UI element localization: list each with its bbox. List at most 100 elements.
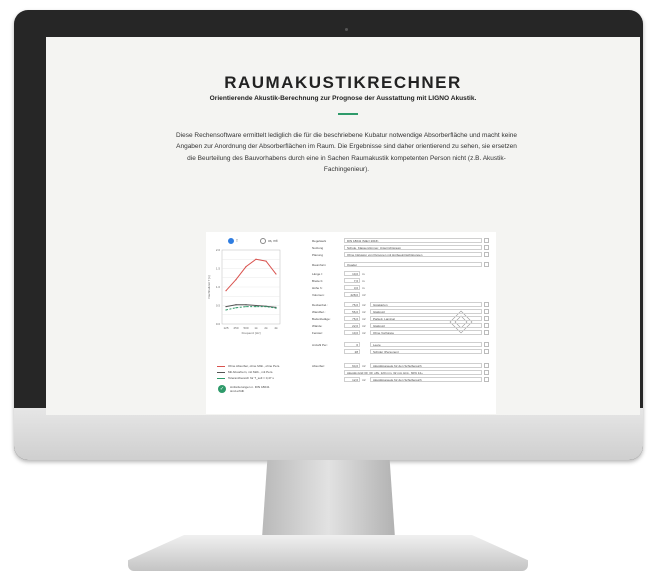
chevron-down-icon[interactable] (484, 252, 489, 257)
data-point (275, 307, 277, 309)
form-row: Wandbel.: 56,0 m² Glattputz (312, 309, 492, 315)
select-dropdown[interactable]: Schüler (Personen) (370, 349, 482, 354)
legend-item: Ohne Absorber, ohne Möb., ohne Pers. (217, 364, 280, 368)
camera-icon (345, 28, 348, 31)
form-row: Fenster: 10,0 m² Ohne Vorhänge (312, 330, 492, 336)
number-input[interactable]: 7,6 (344, 278, 360, 283)
select-dropdown[interactable]: Leere (370, 342, 482, 347)
form-row: Volumen: 228,0 m³ (312, 292, 492, 298)
number-input[interactable]: 10,0 (344, 271, 360, 276)
field-label: Absorber: (312, 364, 326, 368)
unit-label: m² (362, 310, 366, 314)
unit-label: m (362, 272, 365, 276)
chevron-down-icon[interactable] (484, 349, 489, 354)
number-input[interactable]: 12,0 (344, 377, 360, 382)
y-axis-label: Nachhallzeit T [s] (207, 275, 211, 298)
number-input[interactable]: 56,0 (344, 309, 360, 314)
y-tick-label: 1.0 (216, 285, 221, 289)
field-label: Bodenbeläge: (312, 317, 331, 321)
chevron-down-icon[interactable] (484, 323, 489, 328)
data-point (265, 306, 267, 308)
y-tick-label: 0.0 (216, 322, 221, 326)
number-input[interactable]: 10,0 (344, 330, 360, 335)
x-tick-label: 4k (274, 326, 278, 330)
select-dropdown[interactable]: Ohne Inklusion von Personen mit Hörbeein… (344, 252, 482, 257)
select-dropdown[interactable]: Glattputz (370, 323, 482, 328)
chevron-down-icon[interactable] (484, 238, 489, 243)
form-row: Planung Ohne Inklusion von Personen mit H… (312, 252, 492, 258)
select-dropdown[interactable]: Parkett, Laminat (370, 316, 482, 321)
chevron-down-icon[interactable] (484, 245, 489, 250)
unit-label: m (362, 286, 365, 290)
unit-label: m² (362, 324, 366, 328)
x-axis-label: Frequenz [Hz] (242, 331, 261, 335)
field-label: Fenster: (312, 331, 324, 335)
data-point (225, 290, 227, 292)
number-input[interactable]: 28 (344, 349, 360, 354)
data-point (235, 279, 237, 281)
chevron-down-icon[interactable] (484, 316, 489, 321)
chevron-down-icon[interactable] (484, 330, 489, 335)
unit-label: m² (362, 378, 366, 382)
field-label: Länge l: (312, 272, 323, 276)
number-input[interactable]: 3,0 (344, 285, 360, 290)
number-input[interactable]: 76,0 (344, 302, 360, 307)
x-tick-label: 1k (254, 326, 258, 330)
status-text: Anforderungen n. DIN 18041 sind erfüllt (230, 385, 270, 394)
form-row: Absorber: 64,0 m² Akustikpaneele für den Sc… (312, 363, 492, 369)
number-input[interactable]: 64,0 (344, 363, 360, 368)
legend-item: Mit Absorbern, mit Möb., mit Pers. (217, 370, 273, 374)
screen: RAUMAKUSTIKRECHNER Orientierende Akustik… (46, 37, 640, 415)
chevron-down-icon[interactable] (484, 262, 489, 267)
field-label: Breite b: (312, 279, 324, 283)
intro-text: Diese Rechensoftware ermittelt lediglich… (175, 132, 518, 174)
unit-label: m (362, 279, 365, 283)
chevron-down-icon[interactable] (484, 302, 489, 307)
chevron-down-icon[interactable] (484, 377, 489, 382)
form-row: Akustik-Grid 30_30_offs, 120 mm, 32 mm H… (312, 370, 492, 376)
form-row: 12,0 m² Akustikpaneele für den Schulbereic… (312, 377, 492, 383)
data-point (245, 304, 247, 306)
unit-label: m² (362, 303, 366, 307)
form-row: Deckenbel.: 76,0 m² Gipskarton (312, 302, 492, 308)
select-dropdown[interactable]: Quader (344, 262, 482, 267)
y-tick-label: 2.0 (216, 248, 221, 252)
chevron-down-icon[interactable] (484, 309, 489, 314)
series-line (225, 306, 277, 311)
select-dropdown[interactable]: Akustik-Grid 30_30_offs, 120 mm, 32 mm H… (344, 370, 482, 375)
number-input[interactable]: 0 (344, 342, 360, 347)
data-point (245, 266, 247, 268)
select-dropdown[interactable]: Akustikpaneele für den Schulbereich (370, 377, 482, 382)
number-input[interactable]: 76,0 (344, 316, 360, 321)
select-dropdown[interactable]: DIN 18041 (März 2016) (344, 238, 482, 243)
form-row: Anzahl Per.: 0 Leere (312, 342, 492, 348)
form-row: Bodenbeläge: 76,0 m² Parkett, Laminat (312, 316, 492, 322)
form-row: 28 Schüler (Personen) (312, 349, 492, 355)
select-dropdown[interactable]: Glattputz (370, 309, 482, 314)
form-row: Nutzung Schule, Klassenzimmer, Unterricht… (312, 245, 492, 251)
y-tick-label: 1.5 (216, 267, 221, 271)
select-dropdown[interactable]: Ohne Vorhänge (370, 330, 482, 335)
form-row: Länge l: 10,0 m (312, 271, 492, 277)
select-dropdown[interactable]: Gipskarton (370, 302, 482, 307)
legend-red-swatch (217, 365, 225, 367)
chevron-down-icon[interactable] (484, 363, 489, 368)
chevron-down-icon[interactable] (484, 342, 489, 347)
unit-label: m² (362, 317, 366, 321)
x-tick-label: 125 (223, 326, 228, 330)
check-icon: ✓ (218, 385, 226, 393)
data-point (275, 273, 277, 275)
unit-label: m² (362, 364, 366, 368)
number-input[interactable]: 228,0 (344, 292, 360, 297)
series-line (225, 258, 277, 292)
field-label: Wandbel.: (312, 310, 326, 314)
select-dropdown[interactable]: Schule, Klassenzimmer, Unterrichtsraum (344, 245, 482, 250)
field-label: Volumen: (312, 293, 325, 297)
number-input[interactable]: 22,0 (344, 323, 360, 328)
data-point (265, 260, 267, 262)
reverberation-chart: 125 250 500 1k 2k 4k 0.0 0.5 1.0 1.5 2.0 Frequenz [… (207, 248, 281, 335)
chevron-down-icon[interactable] (484, 370, 489, 375)
legend-green-swatch (217, 377, 225, 379)
monitor-stand-neck (262, 460, 395, 538)
select-dropdown[interactable]: Akustikpaneele für den Schulbereich (370, 363, 482, 368)
